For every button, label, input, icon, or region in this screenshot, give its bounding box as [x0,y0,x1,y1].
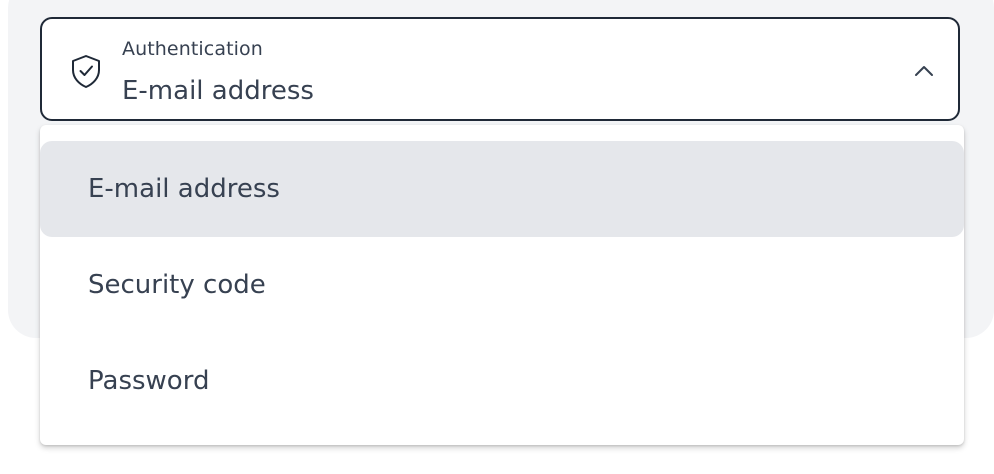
option-security-code[interactable]: Security code [40,237,964,333]
chevron-up-icon[interactable] [912,61,936,81]
option-label: Security code [88,270,266,300]
select-value: E-mail address [122,76,314,106]
shield-check-icon [68,53,104,89]
option-email-address[interactable]: E-mail address [40,141,964,237]
authentication-select[interactable]: Authentication E-mail address [40,17,960,121]
option-label: Password [88,366,210,396]
options-dropdown: E-mail address Security code Password [40,125,964,445]
option-label: E-mail address [88,174,280,204]
option-password[interactable]: Password [40,333,964,429]
select-label: Authentication [122,38,263,60]
